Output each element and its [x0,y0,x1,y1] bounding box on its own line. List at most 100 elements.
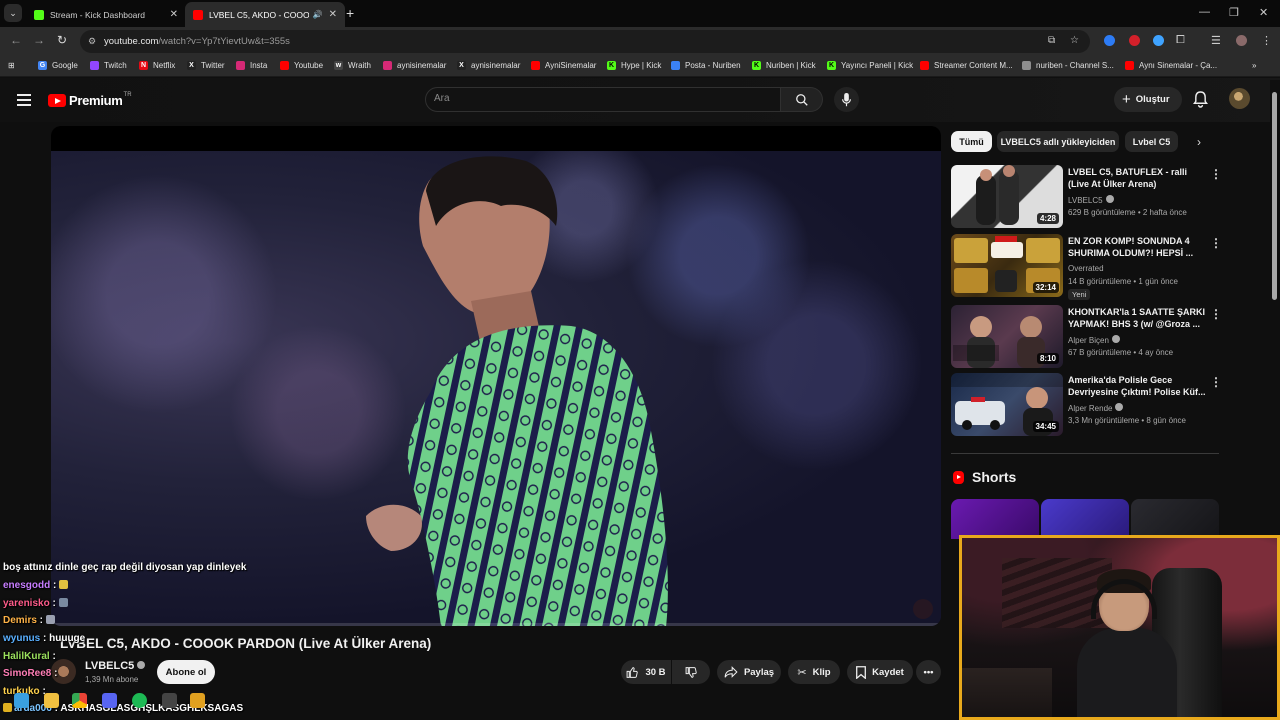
new-tab-icon[interactable]: + [346,5,354,21]
bookmark-nuriben-kick[interactable]: K Nuriben | Kick [752,61,816,70]
youtube-premium-logo[interactable]: Premium TR [48,92,132,108]
recommended-video[interactable]: 34:45 Amerika'da Polisle Gece Devriyesin… [951,373,1251,437]
chrome-icon[interactable] [72,693,87,708]
recommendation-channel[interactable]: Overrated [1068,264,1104,273]
more-vertical-icon[interactable]: ⋮ [1210,236,1222,250]
video-frame[interactable] [51,151,941,626]
bookmark-wraith[interactable]: w Wraith [334,61,371,70]
recommendation-title[interactable]: LVBEL C5, BATUFLEX - ralli (Live At Ülke… [1068,166,1208,190]
app-icon[interactable] [190,693,205,708]
minimize-icon[interactable]: — [1199,6,1210,18]
recommendation-title[interactable]: Amerika'da Polisle Gece Devriyesine Çıkt… [1068,374,1208,398]
create-button[interactable]: + Oluştur [1114,87,1182,112]
bookmark-twitch[interactable]: Twitch [90,61,127,70]
file-explorer-icon[interactable] [44,693,59,708]
extension-icon[interactable] [1153,35,1164,46]
tab-kick-dashboard[interactable]: Stream - Kick Dashboard ✕ [26,2,186,27]
bookmark-nuriben-channel[interactable]: nuriben - Channel S... [1022,61,1114,70]
extensions-puzzle-icon[interactable]: ⧠ [1176,34,1185,47]
browser-menu-icon[interactable]: ⋮ [1261,34,1272,47]
tab-youtube-video[interactable]: LVBEL C5, AKDO - COOOK P 🔊 ✕ [185,2,345,27]
recommended-video[interactable]: 8:10 KHONTKAR'la 1 SAATTE ŞARKI YAPMAK! … [951,305,1251,369]
more-vertical-icon[interactable]: ⋮ [1210,307,1222,321]
like-button[interactable]: 30 B [621,660,671,684]
recommended-video[interactable]: 32:14 EN ZOR KOMP! SONUNDA 4 SHURIMA OLD… [951,234,1251,300]
profile-icon[interactable] [1236,35,1247,46]
tab-search-button[interactable]: ⌄ [4,4,22,22]
channel-watermark-icon[interactable] [913,599,933,619]
menu-icon[interactable] [17,94,31,109]
share-button[interactable]: Paylaş [717,660,781,684]
chip-from-uploader[interactable]: LVBELC5 adlı yükleyiciden [997,131,1119,152]
clip-button[interactable]: ✂ Klip [788,660,840,684]
bookmark-netflix[interactable]: N Netflix [139,61,175,70]
chip-all[interactable]: Tümü [951,131,992,152]
back-icon[interactable]: ← [10,33,22,47]
bookmark-streamer-content[interactable]: Streamer Content M... [920,61,1013,70]
chat-username: SimoRee8 [3,668,52,679]
reload-icon[interactable]: ↻ [57,33,67,47]
video-thumbnail[interactable]: 8:10 [951,305,1063,368]
bookmark-aynisinemalar-x[interactable]: Xaynisinemalar [457,61,520,70]
extension-icon[interactable] [1104,35,1115,46]
bookmark-aynisinemalar-yt[interactable]: AyniSinemalar [531,61,596,70]
recommendation-title[interactable]: KHONTKAR'la 1 SAATTE ŞARKI YAPMAK! BHS 3… [1068,306,1208,330]
maximize-icon[interactable]: ❐ [1229,6,1239,19]
recommendation-title[interactable]: EN ZOR KOMP! SONUNDA 4 SHURIMA OLDUM?! H… [1068,235,1208,259]
bookmark-insta[interactable]: Insta [236,61,267,70]
address-bar[interactable]: ⚙ youtube.com/watch?v=Yp7tYievtUw&t=355s… [80,30,1090,53]
close-tab-icon[interactable]: ✕ [329,9,337,20]
short-thumbnail[interactable] [951,499,1039,539]
account-avatar[interactable] [1229,88,1250,109]
recommendation-channel[interactable]: Alper Rende [1068,403,1124,413]
recommended-video[interactable]: 4:28 LVBEL C5, BATUFLEX - ralli (Live At… [951,165,1251,229]
video-thumbnail[interactable]: 34:45 [951,373,1063,436]
scrollbar-thumb[interactable] [1272,92,1277,300]
mail-icon [671,61,680,70]
more-vertical-icon[interactable]: ⋮ [1210,167,1222,181]
save-button[interactable]: Kaydet [847,660,913,684]
subscribe-button[interactable]: Abone ol [157,660,215,684]
bookmark-hype-kick[interactable]: K Hype | Kick [607,61,661,70]
bookmark-google[interactable]: G Google [38,61,78,70]
bookmark-ayni-sinemalar-ca[interactable]: Aynı Sinemalar - Ça... [1125,61,1217,70]
short-thumbnail[interactable] [1041,499,1129,539]
voice-search-button[interactable] [834,87,859,112]
chevron-right-icon[interactable]: › [1197,135,1201,149]
windows-start-icon[interactable] [14,693,29,708]
video-progress-bar[interactable] [51,623,941,626]
dislike-button[interactable] [672,660,710,684]
bookmark-posta-nuriben[interactable]: Posta - Nuriben [671,61,741,70]
bookmark-twitter[interactable]: X Twitter [187,61,225,70]
video-thumbnail[interactable]: 4:28 [951,165,1063,228]
channel-name[interactable]: LVBELC5 [85,660,146,672]
search-button[interactable] [781,87,823,112]
search-input[interactable] [434,93,764,104]
bookmark-youtube[interactable]: Youtube [280,61,323,70]
more-vertical-icon[interactable]: ⋮ [1210,375,1222,389]
more-bookmarks-icon[interactable]: » [1252,61,1256,70]
video-thumbnail[interactable]: 32:14 [951,234,1063,297]
close-tab-icon[interactable]: ✕ [170,9,178,20]
speaker-icon[interactable]: 🔊 [313,10,323,19]
short-thumbnail[interactable] [1131,499,1219,539]
bookmark-aynisinemalar-insta[interactable]: aynisinemalar [383,61,446,70]
forward-icon[interactable]: → [33,33,45,47]
reading-list-icon[interactable]: ☰ [1211,34,1221,47]
site-info-icon[interactable]: ⚙ [88,36,96,47]
obs-icon[interactable] [162,693,177,708]
discord-icon[interactable] [102,693,117,708]
close-window-icon[interactable]: ✕ [1259,6,1268,19]
bookmark-yayinci-paneli[interactable]: K Yayıncı Paneli | Kick [827,61,913,70]
chip-lvbel-c5[interactable]: Lvbel C5 [1125,131,1178,152]
apps-icon[interactable]: ⊞ [8,61,15,70]
spotify-icon[interactable] [132,693,147,708]
extension-icon[interactable] [1129,35,1140,46]
video-player[interactable] [51,126,941,626]
recommendation-channel[interactable]: LVBELC5 [1068,195,1114,205]
cast-icon[interactable]: ⧉ [1048,35,1055,46]
more-actions-button[interactable]: ••• [916,660,941,684]
bookmark-star-icon[interactable]: ☆ [1070,35,1079,46]
recommendation-channel[interactable]: Alper Biçen [1068,335,1120,345]
notifications-button[interactable] [1193,91,1208,113]
